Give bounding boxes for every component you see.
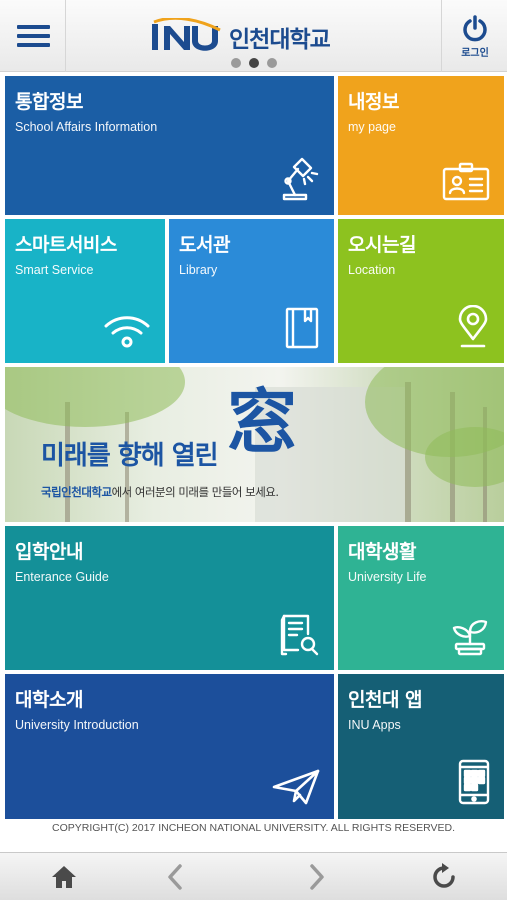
menu-button[interactable] bbox=[0, 0, 66, 72]
tile-title: 스마트서비스 bbox=[15, 234, 117, 256]
tile-title: 통합정보 bbox=[15, 91, 83, 113]
banner-character: 窓 bbox=[227, 380, 297, 463]
tile-title: 오시는길 bbox=[348, 234, 416, 256]
tile-subtitle: my page bbox=[348, 120, 396, 134]
banner-headline: 미래를 향해 열린 bbox=[41, 441, 219, 471]
document-search-icon bbox=[280, 614, 319, 656]
plant-icon bbox=[452, 620, 488, 656]
forward-button[interactable] bbox=[300, 861, 332, 893]
home-button[interactable] bbox=[48, 861, 80, 893]
browser-toolbar bbox=[0, 852, 507, 900]
back-arrow-icon bbox=[168, 864, 182, 890]
forward-arrow-icon bbox=[310, 864, 324, 890]
hamburger-icon-bar bbox=[17, 34, 50, 38]
tile-location[interactable]: 오시는길 Location bbox=[338, 219, 504, 363]
tile-school-affairs[interactable]: 통합정보 School Affairs Information bbox=[5, 76, 334, 215]
tile-admission-guide[interactable]: 입학안내 Enterance Guide bbox=[5, 526, 334, 670]
refresh-button[interactable] bbox=[428, 861, 460, 893]
banner-subtitle-highlight: 국립인천대학교 bbox=[41, 485, 112, 499]
copyright-text: COPYRIGHT(C) 2017 INCHEON NATIONAL UNIVE… bbox=[52, 822, 455, 834]
promo-banner[interactable]: 미래를 향해 열린 窓 국립인천대학교에서 여러분의 미래를 만들어 보세요. bbox=[5, 367, 504, 522]
hamburger-icon bbox=[17, 25, 50, 29]
tile-inu-apps[interactable]: 인천대 앱 INU Apps bbox=[338, 674, 504, 819]
tile-subtitle: School Affairs Information bbox=[15, 120, 158, 134]
hamburger-icon-bar bbox=[17, 43, 50, 47]
tile-title: 대학소개 bbox=[15, 689, 83, 711]
tile-title: 입학안내 bbox=[15, 541, 83, 563]
tile-subtitle: INU Apps bbox=[348, 718, 401, 732]
refresh-icon bbox=[433, 863, 455, 888]
banner-foliage bbox=[5, 367, 185, 427]
login-button[interactable]: 로그인 bbox=[441, 0, 507, 72]
paper-plane-icon bbox=[272, 769, 320, 805]
logo-text: 인천대학교 bbox=[229, 27, 331, 53]
tile-university-introduction[interactable]: 대학소개 University Introduction bbox=[5, 674, 334, 819]
book-icon bbox=[285, 307, 319, 349]
page-dot[interactable] bbox=[267, 58, 277, 68]
tile-subtitle: Location bbox=[348, 263, 396, 277]
tile-subtitle: University Introduction bbox=[15, 718, 139, 732]
phone-apps-icon bbox=[458, 759, 490, 805]
back-button[interactable] bbox=[160, 861, 192, 893]
banner-subtitle: 국립인천대학교에서 여러분의 미래를 만들어 보세요. bbox=[41, 484, 279, 500]
power-icon bbox=[463, 15, 487, 42]
page-indicator bbox=[231, 58, 277, 68]
lamp-icon bbox=[282, 157, 319, 201]
tile-smart-service[interactable]: 스마트서비스 Smart Service bbox=[5, 219, 165, 363]
wifi-icon bbox=[104, 316, 150, 348]
page-dot-active[interactable] bbox=[249, 58, 259, 68]
tile-title: 내정보 bbox=[348, 91, 399, 113]
id-card-icon bbox=[442, 162, 490, 201]
login-label: 로그인 bbox=[461, 48, 489, 59]
tile-title: 인천대 앱 bbox=[348, 689, 423, 711]
banner-foliage bbox=[425, 427, 504, 487]
page-dot[interactable] bbox=[231, 58, 241, 68]
banner-subtitle-text: 에서 여러분의 미래를 만들어 보세요. bbox=[111, 485, 279, 499]
app-header: 인천대학교 로그인 bbox=[0, 0, 507, 72]
tile-title: 도서관 bbox=[179, 234, 230, 256]
tile-my-page[interactable]: 내정보 my page bbox=[338, 76, 504, 215]
map-pin-icon bbox=[458, 305, 488, 348]
tile-subtitle: Enterance Guide bbox=[15, 570, 109, 584]
tile-university-life[interactable]: 대학생활 University Life bbox=[338, 526, 504, 670]
tile-title: 대학생활 bbox=[348, 541, 416, 563]
tile-subtitle: Library bbox=[179, 263, 218, 277]
tile-library[interactable]: 도서관 Library bbox=[169, 219, 334, 363]
tile-subtitle: University Life bbox=[348, 570, 427, 584]
inu-logo-icon bbox=[152, 18, 221, 51]
tile-subtitle: Smart Service bbox=[15, 263, 94, 277]
home-icon bbox=[52, 866, 76, 888]
